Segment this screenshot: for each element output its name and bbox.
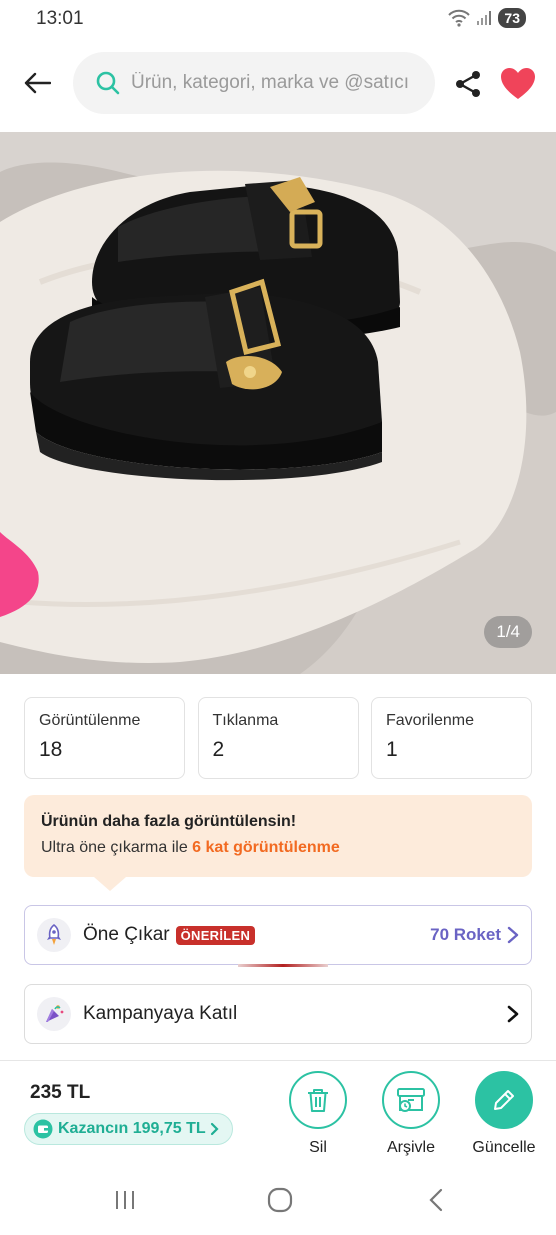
- stat-label: Tıklanma: [212, 712, 279, 729]
- promo-title: Ürünün daha fazla görüntülensin!: [41, 813, 297, 830]
- status-icons: 73: [448, 8, 526, 28]
- chevron-right-icon: [210, 1122, 219, 1136]
- header: [0, 50, 556, 116]
- chevron-right-icon: [507, 926, 519, 944]
- divider: [0, 1060, 556, 1061]
- earnings-text: Kazancın 199,75 TL: [58, 1120, 206, 1137]
- chevron-right-icon: [507, 1005, 519, 1023]
- shoes-photo: [0, 132, 556, 674]
- campaign-row[interactable]: Kampanyaya Katıl: [24, 984, 532, 1044]
- stat-value: 2: [212, 738, 225, 761]
- boost-row[interactable]: Öne Çıkar ÖNERİLEN 70 Roket: [24, 905, 532, 967]
- promo-text: Ultra öne çıkarma ile 6 kat görüntülenme: [41, 839, 515, 857]
- status-time: 13:01: [36, 8, 84, 29]
- delete-button[interactable]: Sil: [283, 1071, 353, 1157]
- recommended-badge: ÖNERİLEN: [175, 925, 256, 945]
- delete-circle: [289, 1071, 347, 1129]
- promo-tooltip: Ürünün daha fazla görüntülensin! Ultra ö…: [24, 795, 532, 891]
- stat-value: 1: [386, 738, 398, 761]
- search-input[interactable]: [131, 72, 421, 94]
- stat-label: Favorilenme: [386, 712, 475, 729]
- update-label: Güncelle: [472, 1139, 536, 1156]
- archive-circle: [382, 1071, 440, 1129]
- earnings-pill[interactable]: Kazancın 199,75 TL: [24, 1113, 233, 1145]
- stats-row: Görüntülenme 18 Tıklanma 2 Favorilenme 1: [24, 697, 532, 779]
- campaign-icon: [37, 997, 71, 1031]
- status-bar: 13:01 73: [0, 0, 556, 38]
- arrow-left-icon: [24, 72, 51, 94]
- battery-indicator: 73: [498, 8, 526, 28]
- stat-value: 18: [39, 738, 63, 761]
- home-icon: [267, 1187, 293, 1213]
- delete-label: Sil: [309, 1139, 327, 1156]
- signal-icon: [477, 11, 492, 25]
- archive-button[interactable]: Arşivle: [376, 1071, 446, 1157]
- search-icon: [96, 71, 120, 95]
- promo-text-prefix: Ultra öne çıkarma ile: [41, 839, 193, 856]
- stat-card-views: Görüntülenme 18: [24, 697, 185, 779]
- system-nav-bar: [0, 1165, 556, 1235]
- boost-label: Öne Çıkar: [83, 924, 170, 945]
- pencil-icon: [494, 1090, 514, 1110]
- image-counter: 1/4: [484, 616, 532, 648]
- recent-apps-button[interactable]: [105, 1185, 145, 1215]
- wallet-icon: [33, 1119, 53, 1139]
- back-button[interactable]: [18, 64, 56, 102]
- rocket-icon: [37, 918, 71, 952]
- back-nav-button[interactable]: [416, 1185, 456, 1215]
- chevron-left-icon: [429, 1188, 443, 1212]
- stat-card-clicks: Tıklanma 2: [197, 697, 359, 779]
- product-image[interactable]: 1/4: [0, 132, 556, 674]
- recent-apps-icon: [116, 1191, 134, 1209]
- campaign-label: Kampanyaya Katıl: [83, 1003, 238, 1024]
- wifi-icon: [448, 9, 471, 27]
- update-button[interactable]: Güncelle: [469, 1071, 539, 1157]
- product-price: 235 TL: [30, 1082, 91, 1103]
- promo-highlight: 6 kat görüntülenme: [192, 839, 340, 856]
- share-icon[interactable]: [452, 68, 484, 100]
- roket-price: 70 Roket: [430, 925, 501, 944]
- heart-icon[interactable]: [500, 67, 536, 101]
- archive-icon: [397, 1088, 425, 1112]
- tooltip-arrow: [94, 877, 126, 891]
- update-circle: [475, 1071, 533, 1129]
- stat-label: Görüntülenme: [39, 712, 141, 729]
- boost-underline: [238, 964, 328, 967]
- search-bar[interactable]: [73, 52, 435, 114]
- trash-icon: [308, 1089, 328, 1112]
- boost-price: 70 Roket: [430, 925, 519, 945]
- home-button[interactable]: [260, 1185, 300, 1215]
- archive-label: Arşivle: [386, 1139, 435, 1156]
- stat-card-favorites: Favorilenme 1: [371, 697, 532, 779]
